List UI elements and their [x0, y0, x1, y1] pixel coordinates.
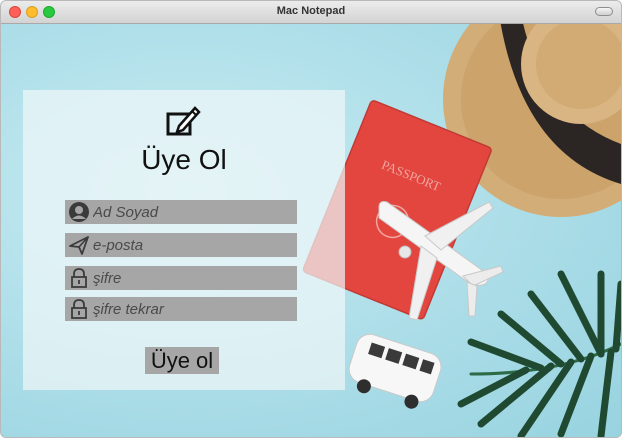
- toy-bus: [348, 333, 442, 409]
- form-title: Üye Ol: [141, 144, 227, 175]
- lock-icon: [71, 268, 87, 288]
- signup-panel: Üye Ol Ad Soyad e-posta Üye ol: [23, 90, 345, 390]
- title-bar[interactable]: Mac Notepad: [1, 1, 621, 24]
- toolbar-toggle-button[interactable]: [595, 7, 613, 16]
- email-field[interactable]: [65, 233, 297, 257]
- window-title: Mac Notepad: [276, 5, 346, 17]
- app-window: Mac Notepad PASSPORT Üye Ol Ad Soyad e-p…: [0, 0, 622, 438]
- password-input[interactable]: [89, 266, 293, 290]
- password-field[interactable]: [65, 266, 297, 290]
- email-input[interactable]: [89, 233, 293, 257]
- signup-button[interactable]: Üye ol: [145, 347, 219, 374]
- password-confirm-input[interactable]: [89, 297, 293, 321]
- window-content: PASSPORT Üye Ol Ad Soyad e-posta Üye ol: [1, 24, 621, 437]
- edit-icon: [166, 106, 201, 136]
- password-confirm-field[interactable]: [65, 297, 297, 321]
- user-icon: [69, 202, 89, 222]
- send-icon: [69, 236, 89, 255]
- full-name-input[interactable]: [89, 200, 293, 224]
- full-name-field[interactable]: [65, 200, 297, 224]
- palm-leaf: [457, 270, 621, 437]
- lock-icon: [71, 299, 87, 319]
